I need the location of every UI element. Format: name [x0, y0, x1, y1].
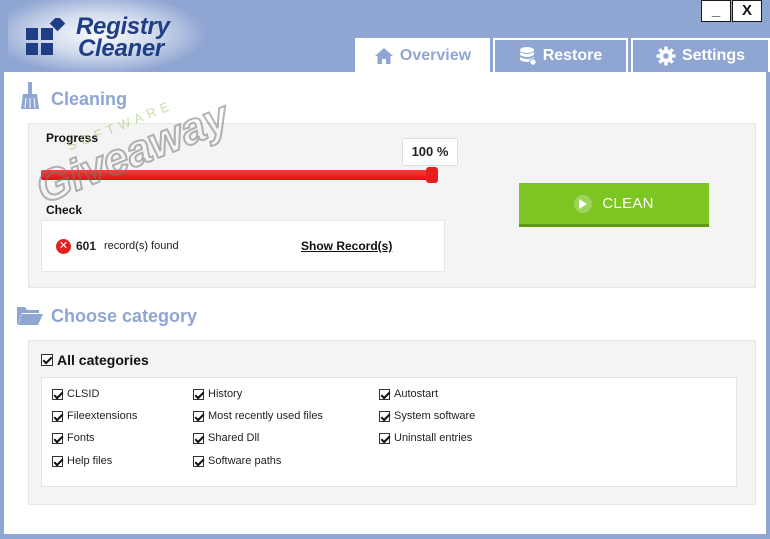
tab-overview[interactable]: Overview — [355, 38, 490, 72]
category-label: Uninstall entries — [394, 432, 473, 444]
category-checkbox-fonts[interactable]: Fonts — [52, 432, 95, 444]
broom-icon — [21, 82, 39, 109]
category-label: System software — [394, 410, 476, 422]
tab-restore[interactable]: Restore — [493, 38, 628, 72]
category-box: All categories CLSID Fileextensions Font… — [28, 340, 756, 505]
checkbox-checked-icon — [379, 410, 390, 422]
minimize-button[interactable]: _ — [701, 0, 731, 22]
checkbox-checked-icon — [52, 388, 63, 400]
all-categories-checkbox[interactable]: All categories — [41, 352, 149, 368]
category-label: Shared Dll — [208, 432, 260, 444]
checkbox-checked-icon — [41, 354, 53, 366]
folder-open-icon — [17, 307, 43, 325]
home-icon — [374, 48, 393, 64]
checkbox-checked-icon — [379, 388, 390, 400]
progress-percent: 100 % — [402, 138, 458, 166]
category-checkbox-fileextensions[interactable]: Fileextensions — [52, 410, 137, 422]
check-label: Check — [46, 203, 83, 217]
checkbox-checked-icon — [379, 432, 390, 444]
tab-restore-label: Restore — [542, 47, 603, 64]
category-checkbox-software-paths[interactable]: Software paths — [193, 455, 281, 467]
progress-label: Progress — [46, 131, 99, 145]
category-section-title: Choose category — [51, 306, 198, 326]
category-label: History — [208, 388, 243, 400]
close-button[interactable]: X — [732, 0, 762, 22]
category-label: Software paths — [208, 455, 282, 467]
checkbox-checked-icon — [52, 410, 63, 422]
show-records-link[interactable]: Show Record(s) — [301, 239, 392, 253]
tab-settings-label: Settings — [681, 47, 746, 64]
clean-button-label: CLEAN — [602, 195, 654, 212]
category-label: Most recently used files — [208, 410, 323, 422]
category-label: CLSID — [67, 388, 100, 400]
progress-bar — [41, 167, 438, 183]
checkbox-checked-icon — [193, 410, 204, 422]
logo-line-2: Cleaner — [78, 35, 164, 62]
records-found-text: record(s) found — [104, 240, 179, 252]
tab-overview-label: Overview — [399, 47, 472, 64]
checkbox-checked-icon — [193, 432, 204, 444]
app-logo-text: Registry Cleaner — [76, 15, 170, 62]
check-result-box: ✕ 601 record(s) found Show Record(s) — [41, 220, 445, 272]
records-count: 601 — [76, 239, 97, 253]
category-checkbox-autostart[interactable]: Autostart — [379, 388, 438, 400]
database-icon — [519, 47, 537, 66]
title-bar: Registry Cleaner _ X Overview Restore Se… — [0, 0, 770, 75]
checkbox-checked-icon — [193, 455, 204, 467]
category-checkbox-history[interactable]: History — [193, 388, 242, 400]
category-label: Help files — [67, 455, 113, 467]
tab-settings[interactable]: Settings — [631, 38, 770, 72]
progress-bar-thumb — [426, 167, 438, 183]
cleaning-section-title: Cleaning — [51, 89, 128, 109]
error-x-icon: ✕ — [56, 239, 71, 254]
checkbox-checked-icon — [52, 432, 63, 444]
cleaning-box: Progress 100 % Check ✕ 601 record(s) fou… — [28, 123, 756, 288]
category-label: Fonts — [67, 432, 95, 444]
overview-panel: Cleaning Progress 100 % Check ✕ 601 reco… — [4, 72, 766, 534]
clean-button[interactable]: CLEAN — [519, 183, 709, 227]
registry-cleaner-logo-icon — [26, 18, 66, 55]
category-list: CLSID Fileextensions Fonts Help files Hi… — [41, 377, 737, 487]
category-checkbox-shared-dll[interactable]: Shared Dll — [193, 432, 259, 444]
category-checkbox-clsid[interactable]: CLSID — [52, 388, 99, 400]
category-label: Fileextensions — [67, 410, 138, 422]
category-checkbox-most-recently-used-files[interactable]: Most recently used files — [193, 410, 323, 422]
category-label: Autostart — [394, 388, 439, 400]
all-categories-label: All categories — [57, 352, 149, 368]
category-checkbox-system-software[interactable]: System software — [379, 410, 475, 422]
progress-bar-fill — [41, 170, 436, 180]
gear-icon — [656, 46, 676, 66]
checkbox-checked-icon — [193, 388, 204, 400]
category-checkbox-help-files[interactable]: Help files — [52, 455, 112, 467]
checkbox-checked-icon — [52, 455, 63, 467]
play-icon — [574, 194, 593, 213]
category-checkbox-uninstall-entries[interactable]: Uninstall entries — [379, 432, 472, 444]
